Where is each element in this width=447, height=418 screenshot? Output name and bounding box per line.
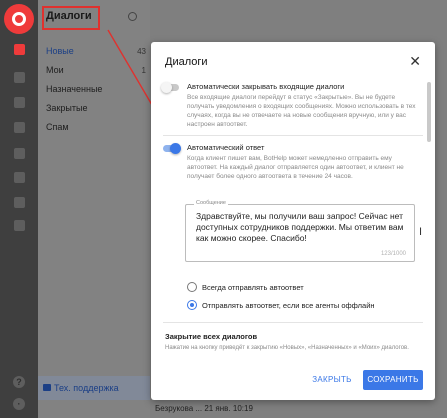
radio-offline-label[interactable]: Отправлять автоответ, если все агенты оф…: [202, 301, 375, 310]
auto-close-label: Автоматически закрывать входящие диалоги: [187, 82, 345, 91]
dialogs-icon[interactable]: [14, 44, 25, 55]
message-field-label: Сообщение: [194, 200, 228, 206]
folder-mine-count: 1: [141, 66, 146, 75]
folder-new[interactable]: Новые: [46, 46, 74, 56]
panel-title: Диалоги: [46, 10, 92, 22]
support-button[interactable]: Тех. поддержка: [38, 376, 150, 400]
account-icon[interactable]: ·: [13, 398, 25, 410]
settings-icon[interactable]: [14, 148, 25, 159]
support-icon: [43, 384, 51, 391]
icon-rail: ? ·: [0, 0, 38, 418]
folder-spam[interactable]: Спам: [46, 122, 69, 132]
folder-new-count: 43: [137, 47, 146, 56]
save-button[interactable]: СОХРАНИТЬ: [363, 370, 423, 390]
text-cursor-icon: I: [419, 226, 423, 238]
auto-reply-toggle[interactable]: [163, 143, 181, 154]
close-button[interactable]: ЗАКРЫТЬ: [301, 370, 363, 390]
support-label: Тех. поддержка: [54, 383, 119, 393]
auto-reply-label: Автоматический ответ: [187, 143, 265, 152]
close-all-description: Нажатие на кнопку приведёт к закрытию «Н…: [165, 345, 409, 351]
plug-icon[interactable]: [14, 197, 25, 208]
modal-title: Диалоги: [165, 56, 208, 68]
divider: [163, 135, 423, 136]
close-icon[interactable]: ✕: [409, 54, 421, 68]
folder-assigned[interactable]: Назначенные: [46, 84, 102, 94]
radio-always[interactable]: [187, 282, 197, 292]
search-icon[interactable]: [128, 12, 137, 21]
radio-offline[interactable]: [187, 300, 197, 310]
background-dialog-row: Безрукова ... 21 янв. 10:19: [155, 404, 253, 413]
chart-icon[interactable]: [14, 220, 25, 231]
stats-icon[interactable]: [14, 172, 25, 183]
dialogs-panel: Диалоги Новые 43 Мои 1 Назначенные Закры…: [38, 0, 150, 418]
close-all-title: Закрытие всех диалогов: [165, 332, 258, 341]
auto-close-toggle[interactable]: [161, 82, 179, 93]
divider: [163, 322, 423, 323]
users-icon[interactable]: [14, 72, 25, 83]
modal-scroll-area[interactable]: Автоматически закрывать входящие диалоги…: [151, 78, 435, 364]
message-field[interactable]: Сообщение Здравствуйте, мы получили ваш …: [185, 200, 415, 262]
modal-scrollbar[interactable]: [427, 82, 431, 142]
message-text[interactable]: Здравствуйте, мы получили ваш запрос! Се…: [196, 211, 408, 244]
auto-close-description: Все входящие диалоги перейдут в статус «…: [187, 94, 416, 128]
folder-closed[interactable]: Закрытые: [46, 103, 87, 113]
auto-reply-description: Когда клиент пишет вам, BotHelp может не…: [187, 155, 404, 180]
dialogs-settings-modal: Диалоги ✕ Автоматически закрывать входящ…: [151, 42, 435, 400]
radio-always-label[interactable]: Всегда отправлять автоответ: [202, 283, 304, 292]
message-counter: 123/1000: [380, 251, 406, 257]
bot-icon[interactable]: [14, 122, 25, 133]
help-icon[interactable]: ?: [13, 376, 25, 388]
folder-mine[interactable]: Мои: [46, 65, 64, 75]
send-icon[interactable]: [14, 97, 25, 108]
logo-icon[interactable]: [4, 4, 34, 34]
